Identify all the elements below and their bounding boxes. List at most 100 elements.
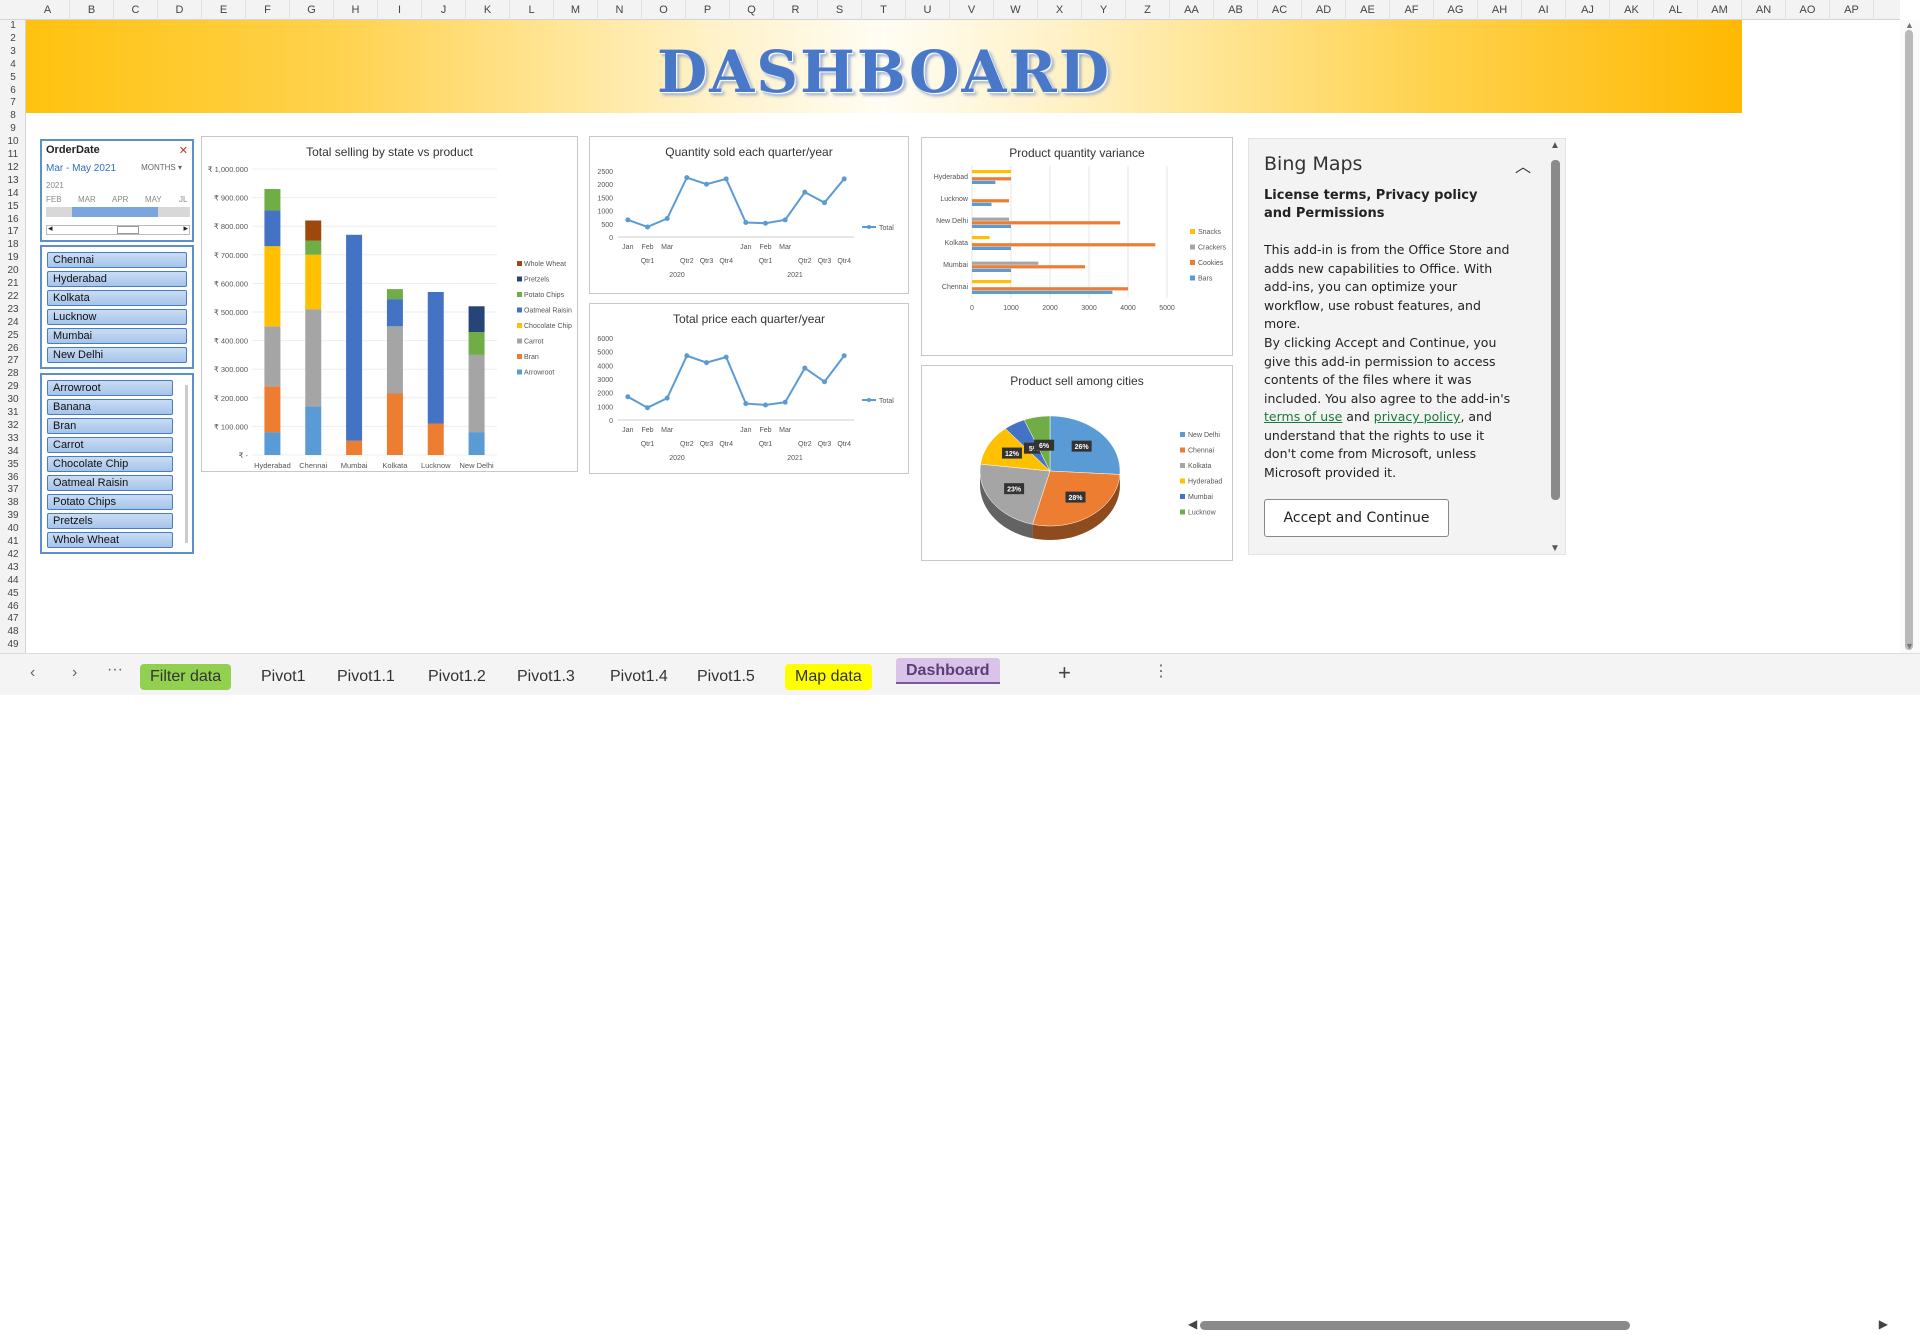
row-header[interactable]: 6 bbox=[0, 85, 26, 98]
data-point[interactable] bbox=[802, 366, 807, 371]
terms-of-use-link[interactable]: terms of use bbox=[1264, 409, 1342, 424]
column-header[interactable]: K bbox=[466, 0, 510, 20]
product-slicer-item[interactable]: Carrot bbox=[47, 437, 173, 453]
timeline-scrollbar[interactable]: ◂ ▸ bbox=[46, 225, 190, 235]
row-header[interactable]: 8 bbox=[0, 110, 26, 123]
chevron-left-icon[interactable]: ◀ bbox=[1188, 1317, 1197, 1331]
add-sheet-icon[interactable]: + bbox=[1058, 660, 1071, 686]
bar[interactable] bbox=[972, 170, 1011, 173]
bar[interactable] bbox=[972, 280, 1011, 283]
column-header[interactable]: F bbox=[246, 0, 290, 20]
bar[interactable] bbox=[972, 221, 1120, 224]
column-header[interactable]: AF bbox=[1390, 0, 1434, 20]
bar[interactable] bbox=[972, 265, 1085, 268]
data-point[interactable] bbox=[665, 216, 670, 221]
data-point[interactable] bbox=[704, 182, 709, 187]
row-header[interactable]: 22 bbox=[0, 291, 26, 304]
column-header[interactable]: D bbox=[158, 0, 202, 20]
product-slicer-item[interactable]: Pretzels bbox=[47, 513, 173, 529]
timeline-selection[interactable] bbox=[72, 207, 158, 217]
data-point[interactable] bbox=[842, 176, 847, 181]
bar[interactable] bbox=[972, 203, 992, 206]
column-header[interactable]: W bbox=[994, 0, 1038, 20]
row-header[interactable]: 9 bbox=[0, 123, 26, 136]
row-header[interactable]: 44 bbox=[0, 575, 26, 588]
column-header[interactable]: C bbox=[114, 0, 158, 20]
data-point[interactable] bbox=[802, 190, 807, 195]
product-slicer-item[interactable]: Arrowroot bbox=[47, 380, 173, 396]
bar-segment[interactable] bbox=[264, 246, 280, 326]
chevron-right-icon[interactable]: ▶ bbox=[1879, 1317, 1888, 1331]
chart-product-variance[interactable]: Product quantity variance 01000200030004… bbox=[921, 137, 1233, 356]
sheet-tab[interactable]: Pivot1.1 bbox=[327, 664, 405, 690]
bar-segment[interactable] bbox=[264, 189, 280, 210]
row-header[interactable]: 28 bbox=[0, 368, 26, 381]
product-slicer-item[interactable]: Chocolate Chip bbox=[47, 456, 173, 472]
city-slicer-item[interactable]: New Delhi bbox=[47, 347, 187, 363]
column-header[interactable]: L bbox=[510, 0, 554, 20]
scroll-thumb[interactable] bbox=[1200, 1321, 1630, 1330]
row-header[interactable]: 33 bbox=[0, 433, 26, 446]
data-point[interactable] bbox=[724, 355, 729, 360]
chart-quantity-sold[interactable]: Quantity sold each quarter/year 05001000… bbox=[589, 136, 909, 294]
column-header[interactable]: U bbox=[906, 0, 950, 20]
bar-segment[interactable] bbox=[428, 292, 444, 424]
sheet-tab[interactable]: Filter data bbox=[140, 664, 231, 690]
column-header[interactable]: J bbox=[422, 0, 466, 20]
bar[interactable] bbox=[972, 218, 1009, 221]
chart-product-sell-cities[interactable]: Product sell among cities 26%28%23%12%5%… bbox=[921, 365, 1233, 561]
data-point[interactable] bbox=[645, 224, 650, 229]
column-header[interactable]: H bbox=[334, 0, 378, 20]
data-point[interactable] bbox=[783, 400, 788, 405]
data-point[interactable] bbox=[684, 175, 689, 180]
bar-segment[interactable] bbox=[387, 289, 403, 299]
row-header[interactable]: 13 bbox=[0, 175, 26, 188]
bar-segment[interactable] bbox=[264, 432, 280, 455]
sheet-tab[interactable]: Dashboard bbox=[896, 658, 1000, 684]
scroll-thumb[interactable] bbox=[1905, 30, 1913, 650]
bar-segment[interactable] bbox=[387, 299, 403, 326]
column-header[interactable]: Y bbox=[1082, 0, 1126, 20]
data-point[interactable] bbox=[763, 221, 768, 226]
column-header[interactable]: R bbox=[774, 0, 818, 20]
column-header[interactable]: AD bbox=[1302, 0, 1346, 20]
chart-total-price[interactable]: Total price each quarter/year 0100020003… bbox=[589, 303, 909, 474]
chart-total-selling[interactable]: Total selling by state vs product ₹ -₹ 1… bbox=[201, 136, 578, 472]
bar-segment[interactable] bbox=[428, 424, 444, 455]
bar[interactable] bbox=[972, 262, 1038, 265]
column-header[interactable]: AH bbox=[1478, 0, 1522, 20]
column-header[interactable]: AE bbox=[1346, 0, 1390, 20]
row-header[interactable]: 48 bbox=[0, 626, 26, 639]
column-header[interactable]: Z bbox=[1126, 0, 1170, 20]
data-point[interactable] bbox=[704, 360, 709, 365]
column-header[interactable]: AL bbox=[1654, 0, 1698, 20]
column-header[interactable]: AM bbox=[1698, 0, 1742, 20]
series-line[interactable] bbox=[628, 178, 844, 227]
row-header[interactable]: 25 bbox=[0, 330, 26, 343]
bing-maps-addin[interactable]: Bing Maps ︿ License terms, Privacy polic… bbox=[1248, 138, 1566, 555]
row-headers[interactable]: 1234567891011121314151617181920212223242… bbox=[0, 20, 26, 653]
row-header[interactable]: 18 bbox=[0, 239, 26, 252]
column-headers[interactable]: ABCDEFGHIJKLMNOPQRSTUVWXYZAAABACADAEAFAG… bbox=[0, 0, 1900, 20]
row-header[interactable]: 24 bbox=[0, 317, 26, 330]
bar-segment[interactable] bbox=[387, 394, 403, 455]
row-header[interactable]: 36 bbox=[0, 472, 26, 485]
bar-segment[interactable] bbox=[305, 406, 321, 455]
column-header[interactable]: AN bbox=[1742, 0, 1786, 20]
bar-segment[interactable] bbox=[264, 386, 280, 432]
collapse-icon[interactable]: ︿ bbox=[1515, 153, 1531, 177]
row-header[interactable]: 47 bbox=[0, 613, 26, 626]
clear-filter-icon[interactable]: ✕ bbox=[179, 144, 188, 157]
bar[interactable] bbox=[972, 269, 1011, 272]
scroll-thumb[interactable] bbox=[117, 226, 139, 234]
data-point[interactable] bbox=[743, 220, 748, 225]
data-point[interactable] bbox=[724, 176, 729, 181]
chevron-up-icon[interactable]: ▲ bbox=[1550, 140, 1560, 151]
row-header[interactable]: 2 bbox=[0, 33, 26, 46]
row-header[interactable]: 43 bbox=[0, 562, 26, 575]
slicer-scrollbar[interactable] bbox=[185, 385, 188, 543]
city-slicer-item[interactable]: Mumbai bbox=[47, 328, 187, 344]
bar[interactable] bbox=[972, 199, 1009, 202]
more-icon[interactable]: ··· bbox=[107, 661, 123, 679]
column-header[interactable]: AK bbox=[1610, 0, 1654, 20]
